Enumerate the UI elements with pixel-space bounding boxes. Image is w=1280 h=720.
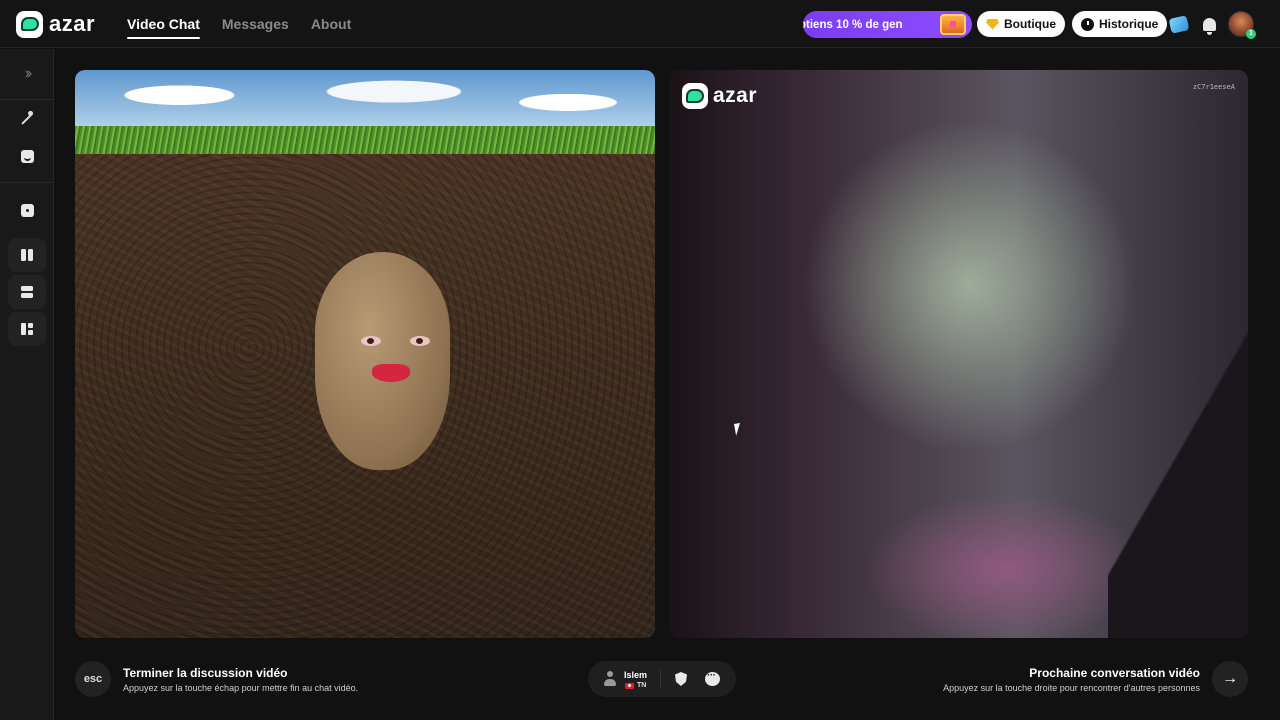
next-chat-title: Prochaine conversation vidéo: [1029, 666, 1200, 680]
partner-country: TN: [625, 682, 646, 689]
remote-video: azar zC7r1eeseA: [669, 70, 1248, 638]
azar-logo-icon: [16, 10, 43, 38]
next-chat-button[interactable]: →: [1212, 661, 1248, 697]
top-bar: azar Video Chat Messages About btiens 10…: [0, 0, 1280, 48]
end-chat-button[interactable]: esc: [75, 661, 111, 697]
brand-name: azar: [49, 11, 96, 36]
local-video: [75, 70, 655, 638]
expand-icon[interactable]: ››: [8, 57, 46, 91]
avatar[interactable]: 1: [1228, 11, 1256, 39]
right-eye: [410, 336, 430, 346]
next-chat-hint: Appuyez sur la touche droite pour rencon…: [943, 683, 1200, 693]
pill-divider: [660, 670, 661, 688]
chat-bubble-icon[interactable]: [705, 670, 720, 686]
layout-side-by-side-icon[interactable]: [8, 238, 46, 272]
layout-grid-icon[interactable]: [8, 312, 46, 346]
azar-logo-icon: [682, 83, 708, 109]
nav-video-chat[interactable]: Video Chat: [127, 12, 200, 39]
watermark-text: azar: [713, 84, 758, 107]
end-chat-hint: Appuyez sur la touche échap pour mettre …: [123, 683, 359, 693]
nav-messages[interactable]: Messages: [222, 12, 289, 36]
dice-icon[interactable]: [8, 193, 46, 227]
sidebar-divider: [0, 182, 53, 183]
clock-icon: [1081, 17, 1094, 31]
potato-face-filter: [315, 252, 450, 470]
arrow-right-icon: →: [1222, 670, 1238, 687]
main-nav: Video Chat Messages About: [127, 0, 351, 48]
tunisia-flag-icon: [625, 682, 634, 689]
sticker-icon[interactable]: [8, 139, 46, 173]
history-label: Historique: [1099, 17, 1159, 31]
history-button[interactable]: Historique: [1072, 11, 1168, 37]
session-id: zC7r1eeseA: [1192, 83, 1235, 91]
promo-banner[interactable]: btiens 10 % de gen: [803, 11, 972, 38]
shop-button[interactable]: Boutique: [977, 11, 1065, 37]
country-code: TN: [637, 682, 647, 689]
nav-about[interactable]: About: [311, 12, 351, 36]
sidebar-divider: [0, 99, 53, 100]
partner-info-bar: Islem TN: [588, 661, 736, 697]
sidebar: ››: [0, 49, 54, 720]
azar-logo[interactable]: azar: [16, 10, 95, 38]
gem-icon: [986, 18, 999, 30]
shop-label: Boutique: [1004, 17, 1056, 31]
esc-key-label: esc: [83, 673, 103, 685]
user-icon: [604, 671, 616, 687]
left-eye: [361, 336, 381, 346]
bell-icon[interactable]: [1198, 13, 1220, 35]
mouse-cursor-icon: [734, 422, 747, 436]
treasure-chest-icon: [940, 14, 966, 35]
end-chat-title: Terminer la discussion vidéo: [123, 666, 288, 680]
mouth: [372, 364, 410, 382]
azar-watermark: azar: [682, 83, 757, 109]
partner-name[interactable]: Islem: [624, 670, 647, 680]
promo-text: btiens 10 % de gen: [803, 18, 903, 31]
magic-wand-icon[interactable]: [8, 102, 46, 136]
avatar-badge: 1: [1246, 29, 1256, 39]
remote-shadow: [1108, 320, 1248, 638]
gift-icon[interactable]: [1168, 13, 1190, 35]
report-shield-icon[interactable]: [675, 672, 687, 686]
layout-stacked-icon[interactable]: [8, 275, 46, 309]
